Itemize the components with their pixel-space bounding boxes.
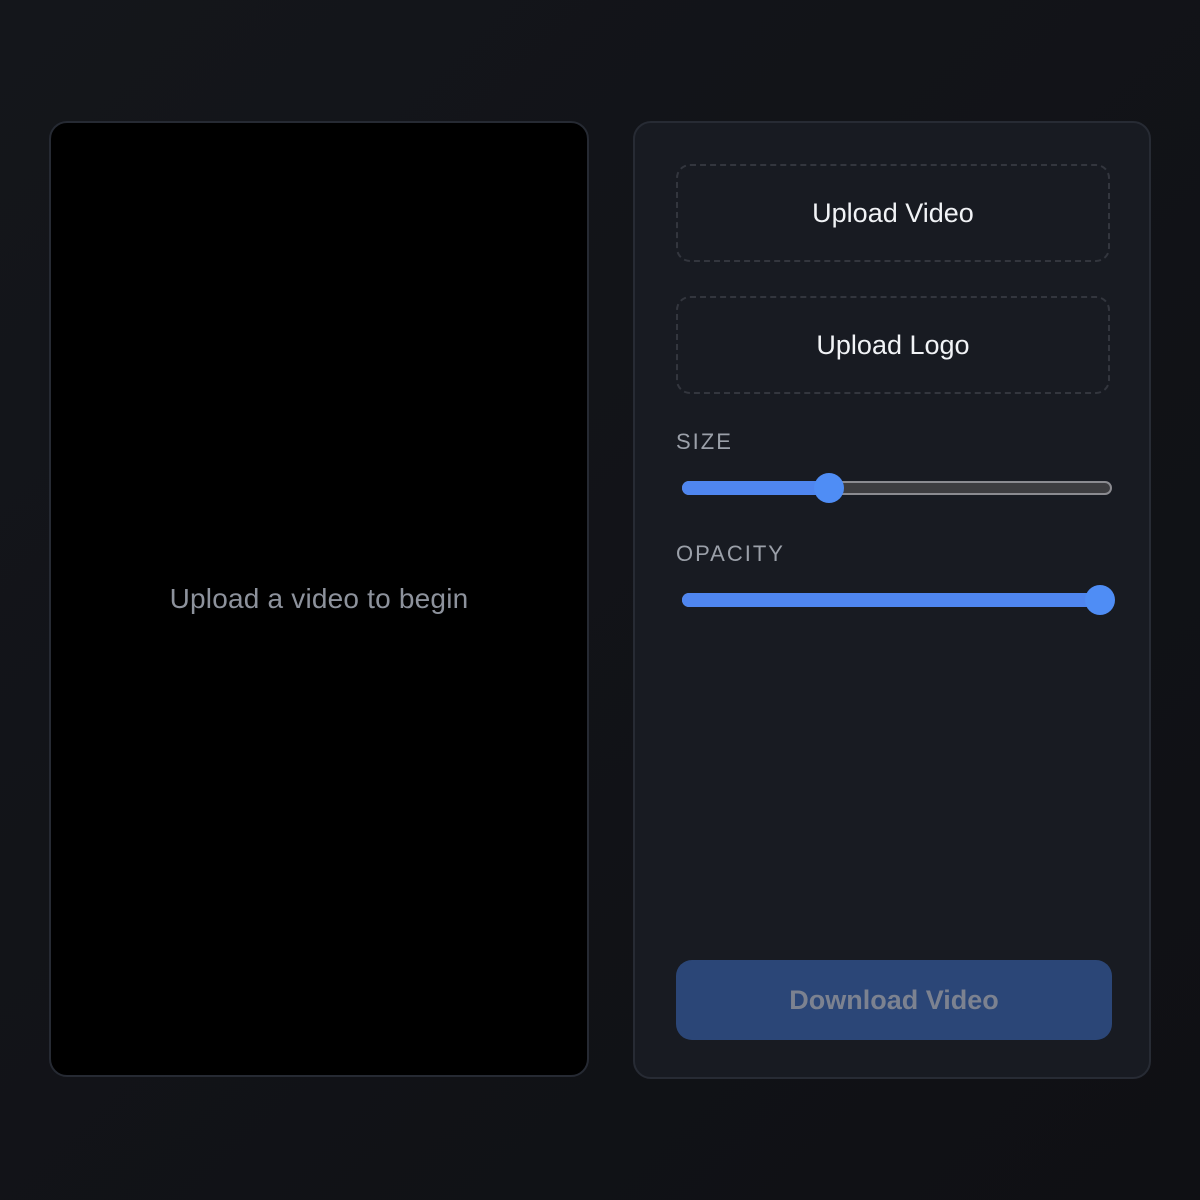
download-video-button[interactable]: Download Video [676, 960, 1112, 1040]
opacity-slider-thumb[interactable] [1085, 585, 1115, 615]
opacity-slider-fill [682, 593, 1109, 607]
upload-logo-label: Upload Logo [816, 329, 970, 360]
size-slider-fill [682, 481, 830, 495]
controls-panel: Upload Video Upload Logo SIZE OPACITY Do… [633, 121, 1151, 1079]
upload-video-label: Upload Video [812, 197, 974, 228]
download-video-label: Download Video [789, 984, 999, 1015]
opacity-label: OPACITY [676, 541, 785, 566]
opacity-slider[interactable] [682, 585, 1115, 615]
size-label: SIZE [676, 429, 733, 454]
upload-logo-button[interactable]: Upload Logo [676, 296, 1110, 394]
size-slider-thumb[interactable] [814, 473, 845, 503]
size-slider[interactable] [682, 473, 1112, 503]
preview-placeholder-text: Upload a video to begin [169, 583, 469, 614]
upload-video-button[interactable]: Upload Video [676, 164, 1110, 262]
video-preview: Upload a video to begin [49, 121, 589, 1077]
watermark-app: Upload a video to begin Upload Video Upl… [0, 0, 1200, 1200]
